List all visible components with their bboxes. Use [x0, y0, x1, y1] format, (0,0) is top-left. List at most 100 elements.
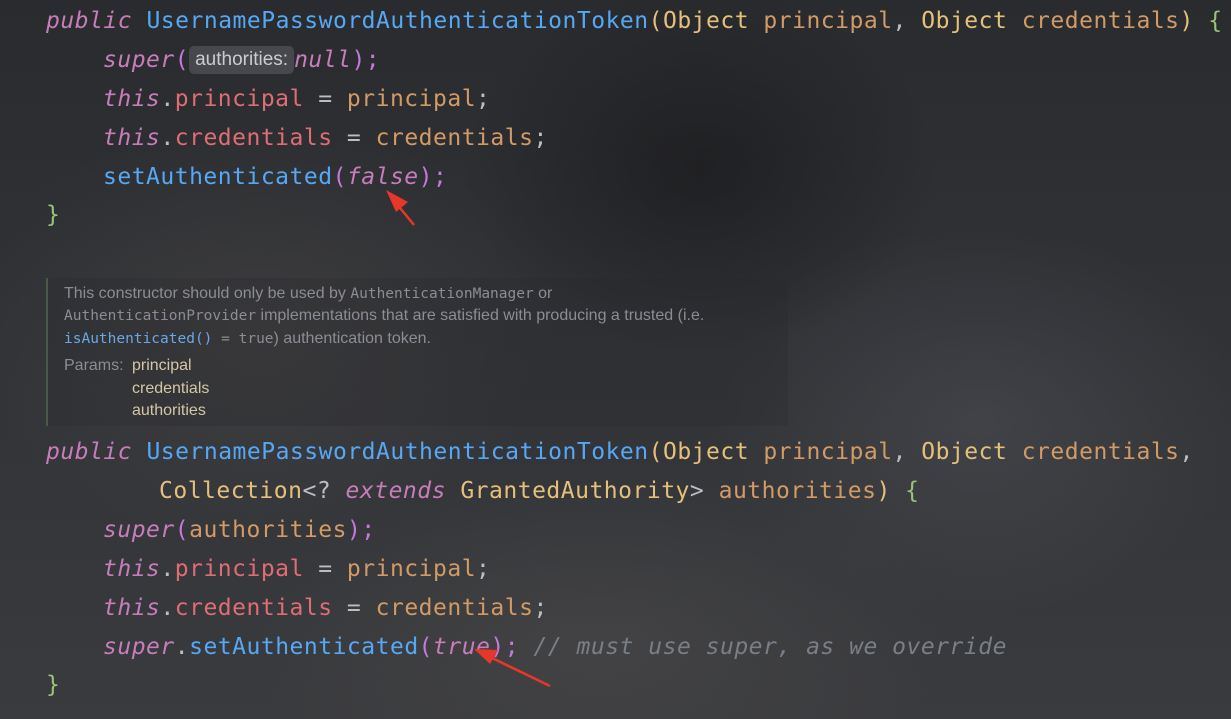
keyword-super: super — [103, 47, 175, 73]
doc-line-1: This constructor should only be used by … — [64, 285, 552, 303]
assign-op: = — [303, 556, 347, 582]
doc-text: or — [533, 285, 553, 302]
set-authenticated-false-line: setAuthenticated(false); — [103, 158, 447, 197]
dot: . — [160, 595, 175, 621]
paren: ( — [332, 164, 347, 190]
keyword-super: super — [103, 634, 175, 660]
dot: . — [160, 125, 175, 151]
value-credentials: credentials — [375, 125, 534, 151]
semicolon: ; — [476, 556, 491, 582]
doc-line-2: AuthenticationProvider implementations t… — [64, 307, 704, 325]
constructor-1-signature: public UsernamePasswordAuthenticationTok… — [46, 2, 1223, 41]
comma: , — [892, 8, 922, 34]
constructor-name: UsernamePasswordAuthenticationToken — [146, 439, 649, 465]
type-object: Object — [662, 439, 750, 465]
code-editor[interactable]: public UsernamePasswordAuthenticationTok… — [0, 0, 1231, 719]
doc-code: true — [238, 331, 274, 347]
value-principal: principal — [346, 86, 477, 112]
arg-authorities: authorities — [189, 517, 347, 543]
doc-text: This constructor should only be used by — [64, 285, 351, 302]
keyword-extends: extends — [345, 478, 446, 504]
doc-code-ref: AuthenticationProvider — [64, 308, 257, 324]
doc-code: = — [212, 331, 239, 347]
doc-param-credentials: credentials — [132, 380, 210, 397]
assign-op: = — [303, 86, 347, 112]
paren: ); — [418, 164, 448, 190]
keyword-true: true — [433, 634, 491, 660]
doc-param-principal: principal — [132, 357, 192, 374]
doc-line-3: isAuthenticated() = true) authentication… — [64, 330, 431, 348]
doc-text: ) authentication token. — [273, 330, 431, 347]
semicolon: ; — [533, 125, 548, 151]
constructor-name: UsernamePasswordAuthenticationToken — [146, 8, 649, 34]
assign-principal-line: this.principal = principal; — [103, 550, 490, 589]
param-credentials: credentials — [1021, 439, 1180, 465]
method-setAuthenticated: setAuthenticated — [189, 634, 419, 660]
value-principal: principal — [346, 556, 477, 582]
rendered-javadoc: This constructor should only be used by … — [46, 278, 788, 426]
field-principal: principal — [174, 556, 304, 582]
keyword-public: public — [46, 8, 133, 34]
type-granted-authority: GrantedAuthority — [460, 478, 690, 504]
keyword-null: null — [294, 47, 352, 73]
constructor-2-signature-cont: Collection<? extends GrantedAuthority> a… — [159, 472, 920, 511]
field-principal: principal — [174, 86, 304, 112]
doc-param-authorities: authorities — [132, 402, 206, 419]
doc-link-isAuthenticated[interactable]: isAuthenticated() — [64, 331, 212, 347]
assign-credentials-line: this.credentials = credentials; — [103, 119, 548, 158]
paren: ) — [876, 478, 891, 504]
assign-op: = — [332, 125, 376, 151]
paren: ); — [351, 47, 381, 73]
keyword-this: this — [103, 556, 161, 582]
type-object: Object — [921, 8, 1008, 34]
semicolon: ; — [476, 86, 491, 112]
doc-params-label: Params: — [64, 357, 124, 374]
assign-principal-line: this.principal = principal; — [103, 80, 490, 119]
super-call-line: super(authorities: null); — [103, 41, 380, 80]
generic-open: <? — [302, 478, 346, 504]
param-principal: principal — [763, 8, 893, 34]
line-comment: // must use super, as we override — [519, 634, 1007, 660]
paren: ( — [648, 439, 663, 465]
dot: . — [174, 634, 190, 660]
param-principal: principal — [763, 439, 893, 465]
keyword-this: this — [103, 125, 161, 151]
assign-op: = — [332, 595, 376, 621]
type-object: Object — [921, 439, 1008, 465]
dot: . — [160, 86, 175, 112]
inlay-parameter-hint[interactable]: authorities: — [189, 46, 295, 74]
doc-code-ref: AuthenticationManager — [350, 286, 534, 302]
super-call-authorities-line: super(authorities); — [103, 511, 376, 550]
comma: , — [1179, 439, 1194, 465]
value-credentials: credentials — [375, 595, 534, 621]
type-collection: Collection — [159, 478, 303, 504]
super-set-authenticated-true-line: super.setAuthenticated(true); // must us… — [103, 628, 1007, 667]
assign-credentials-line: this.credentials = credentials; — [103, 589, 548, 628]
keyword-this: this — [103, 595, 161, 621]
keyword-this: this — [103, 86, 161, 112]
brace: { — [890, 478, 920, 504]
param-authorities: authorities — [718, 478, 877, 504]
paren: ); — [346, 517, 376, 543]
paren: ( — [174, 47, 190, 73]
constructor-2-signature: public UsernamePasswordAuthenticationTok… — [46, 433, 1194, 472]
comma: , — [892, 439, 922, 465]
closing-brace: } — [46, 672, 61, 698]
paren: ( — [648, 8, 663, 34]
doc-text: implementations that are satisfied with … — [256, 307, 705, 324]
paren: ) — [1179, 8, 1194, 34]
closing-brace: } — [46, 202, 61, 228]
type-object: Object — [662, 8, 750, 34]
field-credentials: credentials — [174, 125, 333, 151]
method-setAuthenticated: setAuthenticated — [103, 164, 333, 190]
semicolon: ; — [533, 595, 548, 621]
keyword-public: public — [46, 439, 133, 465]
generic-close: > — [689, 478, 705, 504]
field-credentials: credentials — [174, 595, 333, 621]
dot: . — [160, 556, 175, 582]
keyword-super: super — [103, 517, 175, 543]
keyword-false: false — [346, 164, 419, 190]
brace: { — [1193, 8, 1223, 34]
paren: ( — [174, 517, 190, 543]
param-credentials: credentials — [1021, 8, 1180, 34]
